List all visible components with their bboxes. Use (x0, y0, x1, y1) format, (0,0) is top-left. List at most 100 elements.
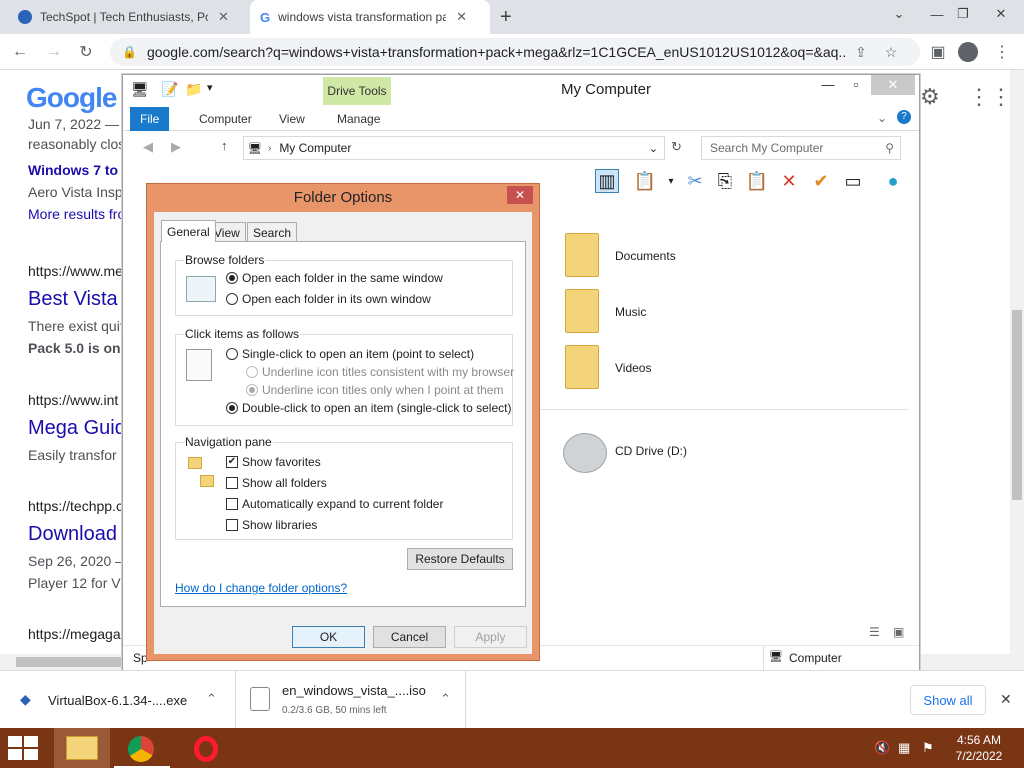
show-all-downloads-button[interactable]: Show all (910, 685, 986, 715)
tab-search[interactable]: Search (247, 222, 298, 242)
explorer-address-field[interactable]: 🖥 › My Computer ⌄ (243, 136, 665, 160)
show-libraries-checkbox[interactable]: Show libraries (226, 518, 317, 532)
double-click-radio[interactable]: Double-click to open an item (single-cli… (226, 401, 511, 415)
explorer-search-input[interactable]: Search My Computer ⚲ (701, 136, 901, 160)
settings-gear-icon[interactable]: ⚙ (920, 84, 940, 110)
browser-tab-techspot[interactable]: TechSpot | Tech Enthusiasts, Pow ✕ (8, 0, 248, 34)
new-tab-button[interactable]: + (500, 6, 512, 29)
forward-icon[interactable]: → (42, 40, 66, 64)
profile-avatar-icon[interactable] (956, 40, 980, 64)
underline-point-radio[interactable]: Underline icon titles only when I point … (246, 383, 503, 397)
close-window-button[interactable]: ✕ (978, 0, 1024, 28)
network-icon[interactable]: ▦ (898, 740, 910, 756)
checkbox-indicator[interactable] (226, 498, 238, 510)
checkbox-indicator[interactable]: ✔ (226, 456, 238, 468)
back-icon[interactable]: ◀ (143, 139, 153, 155)
result-sublink[interactable]: Windows 7 to V (28, 162, 131, 178)
explorer-maximize-button[interactable]: ▫ (843, 77, 869, 97)
result-title-link[interactable]: Mega Guid (28, 417, 126, 440)
address-bar[interactable]: 🔒 google.com/search?q=windows+vista+tran… (110, 38, 920, 66)
documents-folder-icon[interactable] (565, 233, 599, 277)
breadcrumb-chevron-icon[interactable]: › (268, 143, 271, 154)
help-link[interactable]: How do I change folder options? (175, 581, 347, 595)
copy-icon[interactable]: ⎘ (713, 169, 737, 193)
explorer-close-button[interactable]: ✕ (871, 75, 915, 95)
item-label[interactable]: Videos (615, 361, 651, 375)
help-icon[interactable]: ? (897, 110, 911, 124)
apply-button[interactable]: Apply (454, 626, 527, 648)
google-logo[interactable]: Google (26, 82, 117, 114)
dialog-close-button[interactable]: ✕ (507, 186, 533, 204)
apps-grid-icon[interactable]: ⋮⋮ (968, 84, 1012, 110)
music-folder-icon[interactable] (565, 289, 599, 333)
back-icon[interactable]: ← (8, 40, 32, 64)
explorer-titlebar[interactable]: 🖥 📝 📁 ▾ Drive Tools My Computer — ▫ ✕ (123, 75, 919, 105)
restore-defaults-button[interactable]: Restore Defaults (407, 548, 513, 570)
reload-icon[interactable]: ↻ (74, 40, 98, 64)
flag-icon[interactable]: ⚑ (922, 740, 934, 756)
map-drive-icon[interactable]: ▭ (841, 169, 865, 193)
file-explorer-taskbar-button[interactable] (54, 728, 110, 768)
underline-browser-radio[interactable]: Underline icon titles consistent with my… (246, 365, 514, 379)
paste-icon[interactable]: 📋 (745, 169, 769, 193)
download-item[interactable]: en_windows_vista_....iso 0.2/3.6 GB, 50 … (238, 671, 466, 729)
checkbox-indicator[interactable] (226, 519, 238, 531)
result-title-link[interactable]: Download (28, 523, 117, 546)
single-click-radio[interactable]: Single-click to open an item (point to s… (226, 347, 474, 361)
show-all-folders-checkbox[interactable]: Show all folders (226, 476, 327, 490)
delete-icon[interactable]: ✕ (777, 169, 801, 193)
radio-indicator[interactable] (226, 272, 238, 284)
preview-pane-icon[interactable]: ▥ (595, 169, 619, 193)
radio-indicator[interactable] (246, 366, 258, 378)
own-window-radio[interactable]: Open each folder in its own window (226, 292, 431, 306)
chevron-up-icon[interactable]: ⌃ (206, 691, 217, 707)
ribbon-tab-view[interactable]: View (269, 107, 315, 131)
new-folder-icon[interactable]: 📁 (185, 81, 202, 98)
ribbon-tab-manage[interactable]: Manage (327, 107, 390, 131)
cut-icon[interactable]: ✂ (683, 169, 707, 193)
close-tab-icon[interactable]: ✕ (218, 9, 229, 25)
refresh-icon[interactable]: ↻ (671, 139, 682, 155)
tab-general[interactable]: General (161, 220, 216, 242)
taskbar-clock[interactable]: 4:56 AM 7/2/2022 (946, 732, 1012, 764)
start-button[interactable] (8, 736, 38, 760)
properties-icon[interactable]: 📝 (161, 81, 178, 98)
checkbox-indicator[interactable] (226, 477, 238, 489)
side-panel-icon[interactable]: ▣ (926, 40, 950, 64)
properties-dropdown-icon[interactable]: ▾ (659, 169, 683, 193)
large-icons-view-icon[interactable]: ▣ (893, 625, 904, 639)
properties-icon[interactable]: 📋 (633, 169, 657, 193)
radio-indicator[interactable] (226, 293, 238, 305)
item-label[interactable]: CD Drive (D:) (615, 444, 687, 458)
show-favorites-checkbox[interactable]: ✔ Show favorites (226, 455, 321, 469)
search-icon[interactable]: ⚲ (885, 141, 894, 155)
opera-taskbar-button[interactable] (178, 728, 234, 768)
item-label[interactable]: Music (615, 305, 646, 319)
explorer-minimize-button[interactable]: — (815, 77, 841, 97)
chrome-taskbar-button[interactable] (114, 728, 170, 768)
rename-check-icon[interactable]: ✔ (809, 169, 833, 193)
dialog-titlebar[interactable]: Folder Options (147, 184, 539, 212)
scrollbar-thumb[interactable] (1012, 310, 1022, 500)
browser-tab-google[interactable]: G windows vista transformation pa ✕ (250, 0, 490, 34)
page-vertical-scrollbar[interactable] (1010, 70, 1024, 654)
details-view-icon[interactable]: ☰ (869, 625, 880, 639)
videos-folder-icon[interactable] (565, 345, 599, 389)
ribbon-tab-computer[interactable]: Computer (189, 107, 262, 131)
radio-indicator[interactable] (226, 402, 238, 414)
up-icon[interactable]: ↑ (221, 138, 228, 153)
share-icon[interactable]: ⇪ (855, 44, 867, 61)
chrome-menu-icon[interactable]: ⋮ (990, 40, 1014, 64)
forward-icon[interactable]: ▶ (171, 139, 181, 155)
radio-indicator[interactable] (226, 348, 238, 360)
cd-drive-icon[interactable] (563, 433, 607, 473)
cancel-button[interactable]: Cancel (373, 626, 446, 648)
radio-indicator[interactable] (246, 384, 258, 396)
close-downloads-icon[interactable]: ✕ (1000, 691, 1012, 708)
network-globe-icon[interactable]: ● (881, 169, 905, 193)
ribbon-tab-file[interactable]: File (130, 107, 170, 131)
result-title-link[interactable]: Best Vista (28, 288, 118, 311)
close-tab-icon[interactable]: ✕ (456, 9, 467, 25)
auto-expand-checkbox[interactable]: Automatically expand to current folder (226, 497, 443, 511)
volume-muted-icon[interactable]: 🔇 (874, 740, 890, 756)
